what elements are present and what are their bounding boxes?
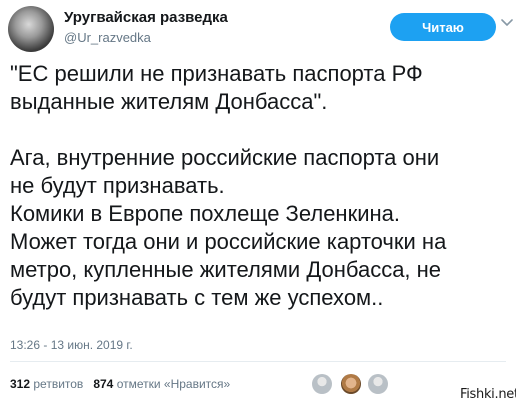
tweet-line: метро, купленные жителями Донбасса, не: [10, 257, 442, 282]
watermark: Fishki.net: [460, 387, 516, 402]
retweets-label: ретвитов: [33, 377, 84, 391]
user-handle[interactable]: @Ur_razvedka: [64, 30, 151, 45]
tweet-line: будут признавать с тем же успехом..: [10, 285, 384, 310]
likes-label: отметки «Нравится»: [116, 377, 231, 391]
tweet-line: Комики в Европе похлеще Зеленкина.: [10, 201, 400, 226]
display-name[interactable]: Уругвайская разведка: [64, 9, 228, 26]
tweet-line: "ЕС решили не признавать паспорта РФ: [10, 61, 423, 86]
tweet-timestamp[interactable]: 13:26 - 13 июн. 2019 г.: [10, 338, 133, 352]
follow-button[interactable]: Читаю: [390, 13, 496, 41]
tweet-line: Может тогда они и российские карточки на: [10, 229, 447, 254]
avatar[interactable]: [8, 6, 54, 52]
retweets-stat[interactable]: 312 ретвитов: [10, 377, 83, 391]
tweet-line: выданные жителям Донбасса".: [10, 89, 328, 114]
likes-stat[interactable]: 874 отметки «Нравится»: [93, 377, 230, 391]
tweet-line: не будут признавать.: [10, 173, 225, 198]
tweet-text: "ЕС решили не признавать паспорта РФ выд…: [10, 60, 510, 312]
liker-avatar[interactable]: [341, 374, 361, 394]
likes-count: 874: [93, 377, 114, 391]
tweet-stats: 312 ретвитов 874 отметки «Нравится»: [10, 377, 230, 391]
chevron-down-icon[interactable]: [500, 16, 514, 30]
liker-avatar[interactable]: [312, 374, 332, 394]
liker-avatar[interactable]: [368, 374, 388, 394]
retweets-count: 312: [10, 377, 31, 391]
tweet-line: Ага, внутренние российские паспорта они: [10, 145, 440, 170]
divider: [10, 361, 506, 362]
